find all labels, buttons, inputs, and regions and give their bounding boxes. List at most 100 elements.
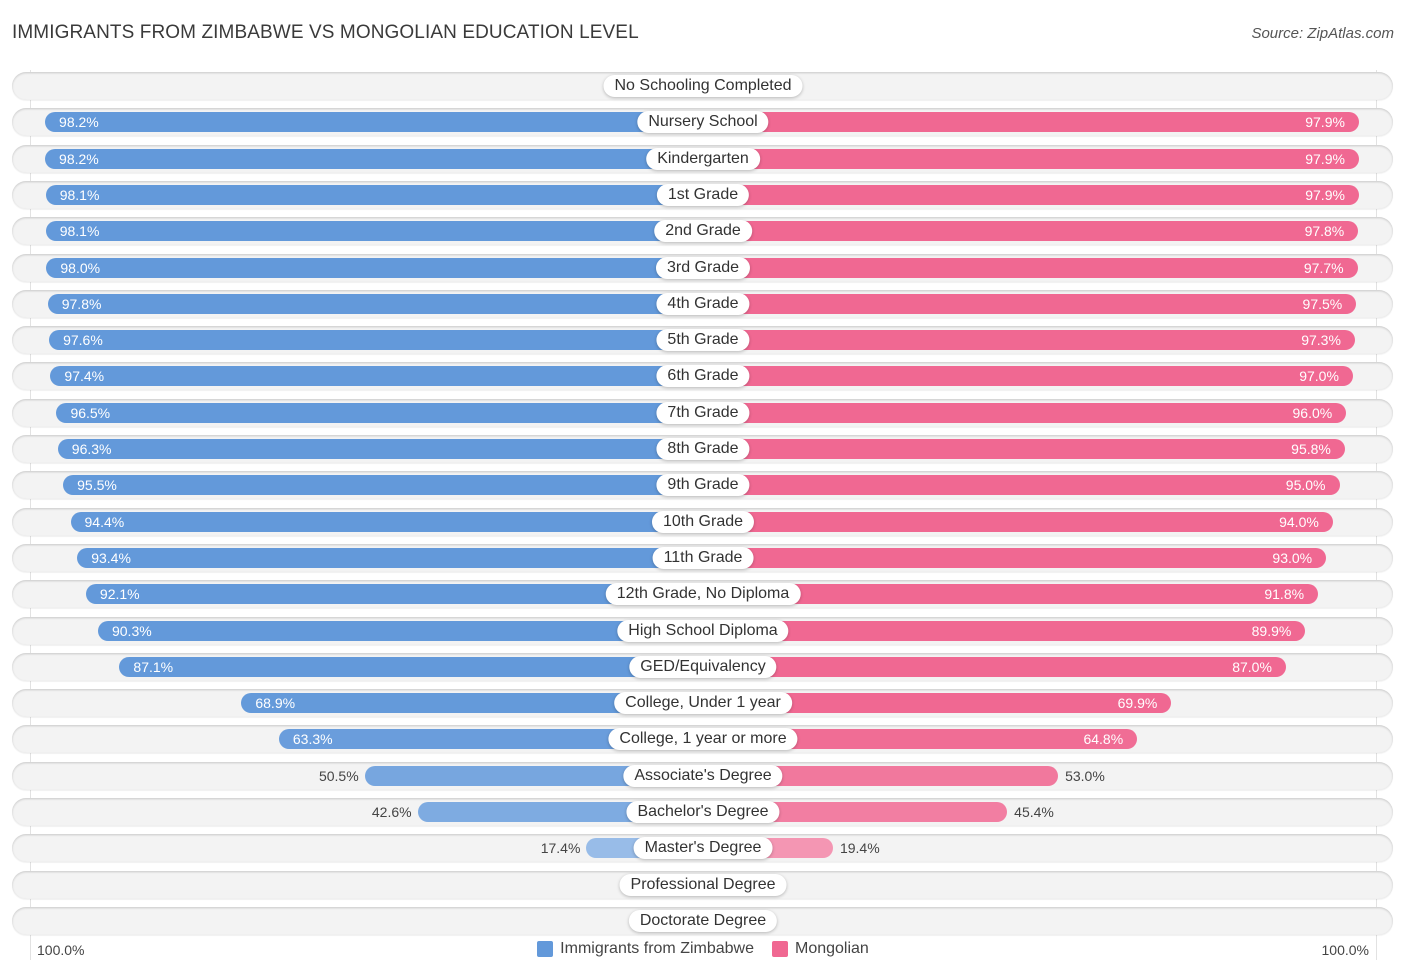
value-label-zimbabwe: 68.9% bbox=[255, 695, 296, 712]
value-label-mongolian: 89.9% bbox=[1251, 622, 1292, 639]
value-label-mongolian: 53.0% bbox=[1065, 767, 1105, 784]
bar-zimbabwe[interactable] bbox=[119, 656, 703, 677]
value-label-mongolian: 97.9% bbox=[1305, 186, 1345, 203]
category-label: 7th Grade bbox=[656, 401, 750, 424]
bar-zimbabwe[interactable] bbox=[97, 620, 703, 641]
category-label: 12th Grade, No Diploma bbox=[605, 583, 801, 606]
value-label-mongolian: 69.9% bbox=[1117, 695, 1158, 712]
category-label: 4th Grade bbox=[656, 292, 750, 315]
category-label: Master's Degree bbox=[633, 837, 773, 860]
value-label-zimbabwe: 95.5% bbox=[77, 477, 117, 494]
category-label: Bachelor's Degree bbox=[626, 801, 780, 823]
bar-zimbabwe[interactable] bbox=[56, 402, 703, 423]
category-label: Doctorate Degree bbox=[628, 909, 778, 932]
category-label: College, Under 1 year bbox=[614, 692, 792, 715]
value-label-zimbabwe: 97.4% bbox=[64, 368, 105, 385]
category-label: No Schooling Completed bbox=[603, 75, 803, 97]
bar-mongolian[interactable] bbox=[703, 475, 1340, 496]
legend-swatch-zimbabwe bbox=[537, 941, 554, 957]
value-label-zimbabwe: 90.3% bbox=[111, 622, 152, 639]
value-label-mongolian: 97.7% bbox=[1303, 259, 1344, 276]
bar-zimbabwe[interactable] bbox=[45, 221, 703, 242]
bar-mongolian[interactable] bbox=[703, 656, 1286, 677]
value-label-zimbabwe: 50.5% bbox=[318, 767, 359, 784]
legend: Immigrants from Zimbabwe Mongolian bbox=[0, 940, 1406, 958]
category-label: GED/Equivalency bbox=[629, 655, 777, 678]
value-label-mongolian: 45.4% bbox=[1014, 804, 1054, 820]
bar-mongolian[interactable] bbox=[703, 547, 1327, 568]
value-label-mongolian: 95.0% bbox=[1285, 477, 1326, 494]
chart-area: 1.9%2.1%No Schooling Completed98.2%97.9%… bbox=[0, 0, 1406, 975]
category-label: College, 1 year or more bbox=[608, 728, 798, 751]
bar-mongolian[interactable] bbox=[703, 366, 1353, 387]
bar-mongolian[interactable] bbox=[703, 112, 1359, 133]
legend-item-zimbabwe[interactable]: Immigrants from Zimbabwe bbox=[537, 940, 754, 958]
category-label: 3rd Grade bbox=[655, 256, 751, 279]
legend-item-mongolian[interactable]: Mongolian bbox=[772, 940, 869, 958]
value-label-mongolian: 97.9% bbox=[1305, 114, 1345, 131]
value-label-zimbabwe: 42.6% bbox=[371, 804, 412, 820]
legend-swatch-mongolian bbox=[772, 941, 788, 957]
category-label: 1st Grade bbox=[656, 183, 750, 206]
value-label-zimbabwe: 98.1% bbox=[59, 223, 100, 240]
value-label-zimbabwe: 87.1% bbox=[133, 658, 174, 675]
category-label: Kindergarten bbox=[646, 147, 760, 170]
value-label-zimbabwe: 17.4% bbox=[540, 840, 581, 857]
bar-zimbabwe[interactable] bbox=[57, 439, 703, 459]
value-label-zimbabwe: 96.3% bbox=[71, 441, 112, 457]
legend-label-zimbabwe: Immigrants from Zimbabwe bbox=[560, 940, 754, 957]
value-label-zimbabwe: 63.3% bbox=[292, 731, 333, 748]
bar-mongolian[interactable] bbox=[703, 402, 1347, 423]
value-label-zimbabwe: 97.6% bbox=[63, 332, 103, 349]
bar-zimbabwe[interactable] bbox=[45, 148, 703, 169]
value-label-zimbabwe: 98.0% bbox=[60, 259, 101, 276]
bar-mongolian[interactable] bbox=[703, 293, 1357, 314]
category-label: 5th Grade bbox=[656, 329, 750, 352]
value-label-zimbabwe: 98.2% bbox=[59, 114, 99, 131]
value-label-mongolian: 87.0% bbox=[1232, 658, 1272, 675]
bar-mongolian[interactable] bbox=[703, 221, 1359, 242]
category-label: Professional Degree bbox=[619, 873, 787, 896]
value-label-mongolian: 93.0% bbox=[1272, 549, 1313, 566]
value-label-mongolian: 96.0% bbox=[1292, 404, 1333, 421]
value-label-mongolian: 19.4% bbox=[839, 840, 880, 857]
value-label-zimbabwe: 98.2% bbox=[59, 150, 99, 167]
bar-mongolian[interactable] bbox=[703, 184, 1359, 205]
bar-zimbabwe[interactable] bbox=[77, 547, 703, 568]
bar-zimbabwe[interactable] bbox=[47, 293, 703, 314]
value-label-mongolian: 91.8% bbox=[1264, 586, 1305, 603]
value-label-zimbabwe: 96.5% bbox=[70, 404, 111, 421]
value-label-mongolian: 97.5% bbox=[1302, 295, 1343, 312]
category-label: High School Diploma bbox=[617, 619, 789, 642]
bar-zimbabwe[interactable] bbox=[63, 475, 703, 496]
value-label-zimbabwe: 94.4% bbox=[84, 513, 125, 530]
bar-mongolian[interactable] bbox=[703, 439, 1345, 459]
value-label-mongolian: 97.0% bbox=[1299, 368, 1339, 385]
category-label: Associate's Degree bbox=[623, 764, 783, 787]
value-label-mongolian: 95.8% bbox=[1291, 441, 1331, 457]
bar-zimbabwe[interactable] bbox=[70, 511, 703, 532]
value-label-mongolian: 97.9% bbox=[1305, 150, 1345, 167]
category-label: Nursery School bbox=[637, 111, 769, 134]
value-label-mongolian: 97.8% bbox=[1304, 223, 1345, 240]
bar-mongolian[interactable] bbox=[703, 620, 1306, 641]
bar-zimbabwe[interactable] bbox=[49, 330, 703, 351]
bar-mongolian[interactable] bbox=[703, 330, 1355, 351]
bar-mongolian[interactable] bbox=[703, 511, 1333, 532]
bar-zimbabwe[interactable] bbox=[45, 184, 703, 205]
bar-zimbabwe[interactable] bbox=[50, 366, 703, 387]
category-label: 8th Grade bbox=[656, 438, 750, 460]
value-label-zimbabwe: 93.4% bbox=[91, 549, 131, 566]
category-label: 9th Grade bbox=[656, 474, 750, 497]
value-label-zimbabwe: 92.1% bbox=[99, 586, 140, 603]
bar-zimbabwe[interactable] bbox=[45, 112, 703, 133]
value-label-mongolian: 64.8% bbox=[1083, 731, 1124, 748]
category-label: 2nd Grade bbox=[654, 220, 752, 243]
bar-mongolian[interactable] bbox=[703, 148, 1359, 169]
category-label: 10th Grade bbox=[651, 510, 755, 533]
bar-mongolian[interactable] bbox=[703, 257, 1358, 278]
legend-label-mongolian: Mongolian bbox=[795, 940, 869, 957]
bar-zimbabwe[interactable] bbox=[46, 257, 703, 278]
value-label-mongolian: 97.3% bbox=[1301, 332, 1341, 349]
value-label-zimbabwe: 98.1% bbox=[59, 186, 100, 203]
